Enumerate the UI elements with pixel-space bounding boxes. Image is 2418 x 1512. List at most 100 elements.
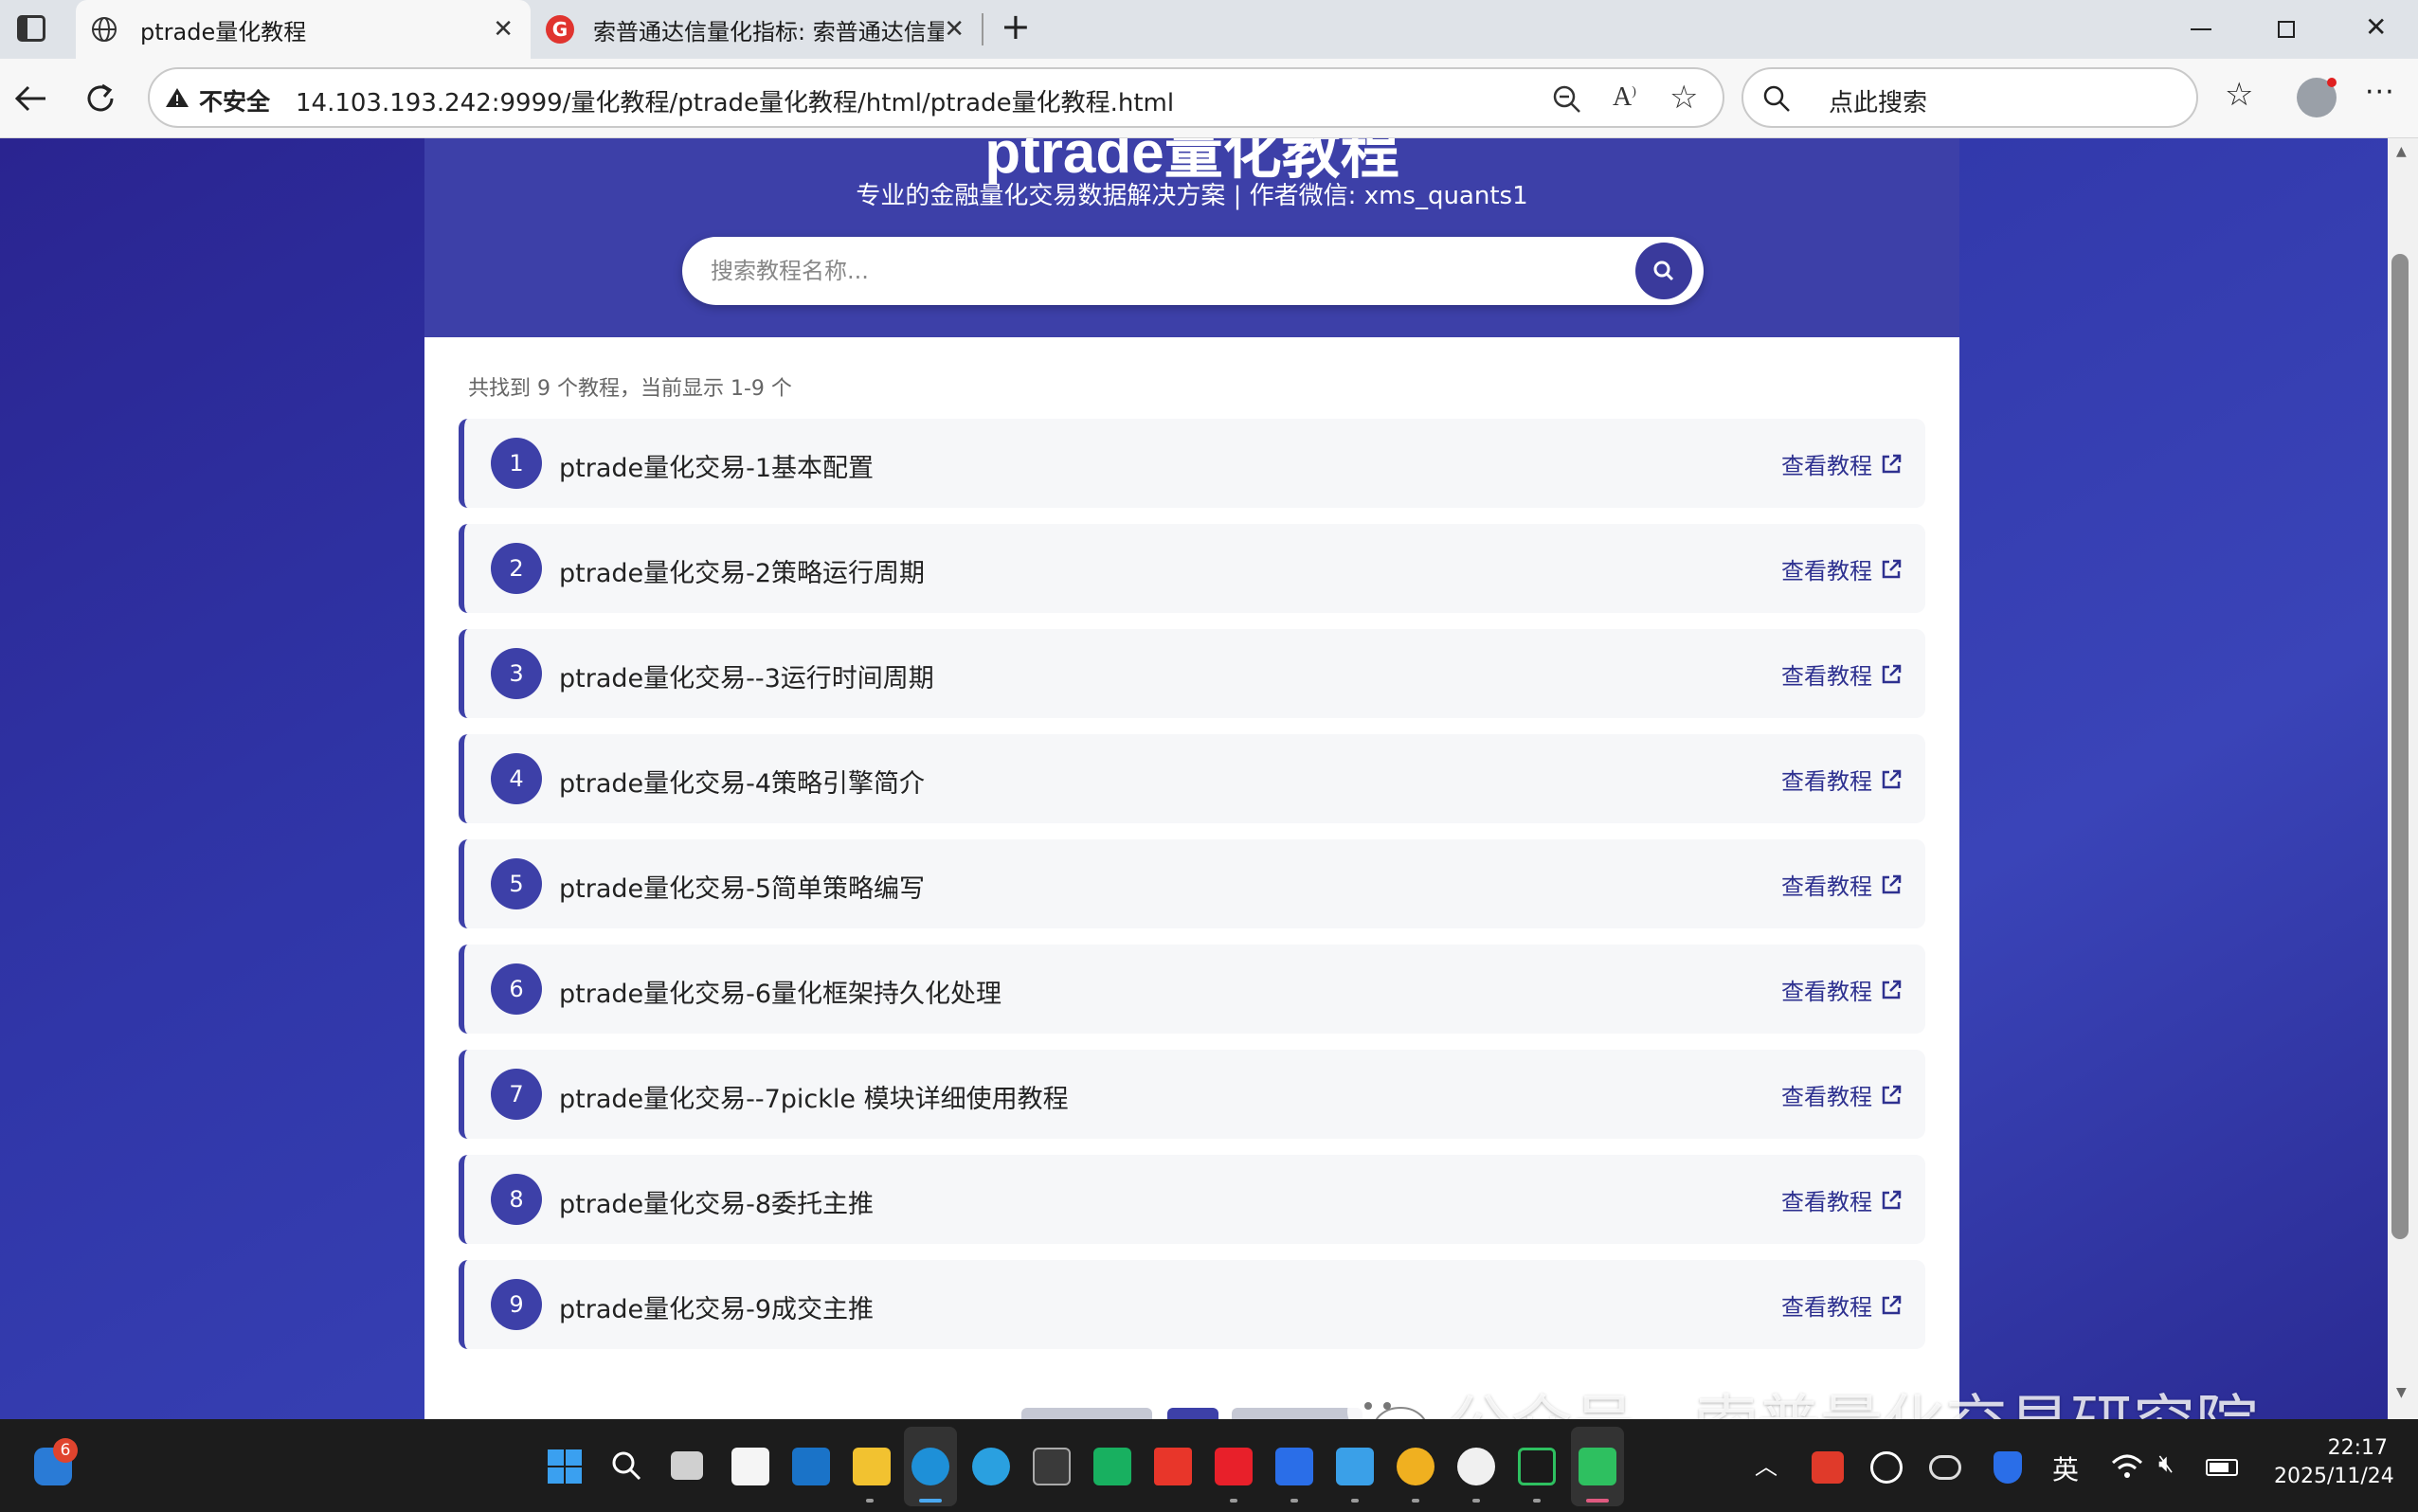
outlook-icon[interactable] [792,1448,830,1485]
view-tutorial-link[interactable]: 查看教程 [1781,973,1903,1006]
view-tutorial-link[interactable]: 查看教程 [1781,657,1903,691]
tab-ptrade[interactable]: ptrade量化教程 ✕ [76,0,531,59]
battery-icon[interactable] [2206,1459,2238,1476]
tray-cloud-off-icon[interactable] [1929,1455,1961,1480]
notification-badge: 6 [53,1438,78,1463]
tray-sync-icon[interactable] [1870,1451,1903,1484]
ime-indicator[interactable]: 英 [2052,1449,2079,1487]
view-tutorial-link[interactable]: 查看教程 [1781,763,1903,796]
tutorial-search-input[interactable] [711,252,1582,290]
scroll-down-arrow-icon[interactable]: ▼ [2396,1385,2407,1400]
search-icon [1763,85,1790,112]
tutorial-title: ptrade量化交易-8委托主推 [559,1190,875,1219]
tab-tongdaxin[interactable]: G 索普通达信量化指标: 索普通达信量 ✕ [536,0,982,59]
windows-start-icon[interactable] [548,1449,582,1484]
running-indicator [866,1499,874,1503]
browser-app-icon[interactable] [1397,1448,1435,1485]
view-tutorial-link[interactable]: 查看教程 [1781,1183,1903,1216]
pagination-current-page[interactable] [1167,1408,1218,1419]
tutorial-number-badge: 2 [491,543,542,594]
wifi-icon[interactable] [2111,1453,2143,1480]
tutorial-title: ptrade量化交易-1基本配置 [559,454,875,483]
view-tutorial-label: 查看教程 [1781,1294,1872,1321]
read-aloud-icon[interactable]: A) [1613,82,1636,113]
new-tab-button[interactable]: + [1001,8,1031,45]
running-indicator [1230,1499,1237,1503]
tutorial-row[interactable]: 1 ptrade量化交易-1基本配置 查看教程 [459,419,1925,508]
file-explorer-icon[interactable] [853,1448,891,1485]
task-view-icon[interactable] [671,1451,703,1480]
edge-dev-icon[interactable] [972,1448,1010,1485]
browser-tab-bar: ptrade量化教程 ✕ G 索普通达信量化指标: 索普通达信量 ✕ + ✕ [0,0,2418,59]
external-link-icon [1882,664,1902,683]
blue-m-app-icon[interactable] [1275,1448,1313,1485]
search-icon[interactable] [610,1449,642,1482]
tray-shield-icon[interactable] [1994,1451,2022,1484]
warning-icon [166,88,189,107]
back-icon[interactable] [13,83,47,114]
red-app-icon[interactable] [1215,1448,1253,1485]
app-cube-icon[interactable] [1033,1448,1071,1485]
clock-time: 22:17 [2327,1436,2388,1460]
favorite-star-icon[interactable]: ☆ [1669,79,1698,117]
site-logo-icon: G [546,15,574,44]
tab-actions-icon[interactable] [17,15,45,42]
store-icon[interactable] [731,1448,769,1485]
screen-app-icon[interactable] [1518,1448,1556,1485]
tray-chevron-icon[interactable]: ︿ [1755,1448,1777,1481]
running-indicator [919,1499,942,1503]
view-tutorial-label: 查看教程 [1781,558,1872,585]
calendar-app-icon[interactable] [1336,1448,1374,1485]
url-text[interactable]: 14.103.193.242:9999/量化教程/ptrade量化教程/html… [296,83,1174,118]
tutorial-row[interactable]: 6 ptrade量化交易-6量化框架持久化处理 查看教程 [459,945,1925,1034]
green-app-icon[interactable] [1093,1448,1131,1485]
view-tutorial-link[interactable]: 查看教程 [1781,1288,1903,1322]
refresh-icon[interactable] [83,81,117,116]
scroll-up-arrow-icon[interactable]: ▲ [2396,144,2407,159]
tutorial-row[interactable]: 2 ptrade量化交易-2策略运行周期 查看教程 [459,524,1925,613]
tutorial-row[interactable]: 7 ptrade量化交易--7pickle 模块详细使用教程 查看教程 [459,1050,1925,1139]
running-indicator [1290,1499,1298,1503]
address-bar[interactable]: 不安全 14.103.193.242:9999/量化教程/ptrade量化教程/… [148,67,1724,128]
volume-muted-icon[interactable]: 🔇︎ [2158,1449,2174,1479]
web-page: ptrade量化教程 专业的金融量化交易数据解决方案 | 作者微信: xms_q… [0,138,2418,1419]
tutorial-number-badge: 6 [491,963,542,1015]
view-tutorial-link[interactable]: 查看教程 [1781,868,1903,901]
clock[interactable]: 22:17 2025/11/24 [2274,1434,2394,1491]
close-window-button[interactable]: ✕ [2365,11,2387,43]
tutorial-title: ptrade量化交易-9成交主推 [559,1295,875,1324]
cloud-app-icon[interactable] [1457,1448,1495,1485]
wechat-icon[interactable] [1579,1448,1616,1485]
edge-icon[interactable] [911,1448,949,1485]
tutorial-list-panel: 共找到 9 个教程，当前显示 1-9 个 1 ptrade量化交易-1基本配置 查看… [424,337,1959,1419]
tutorial-row[interactable]: 4 ptrade量化交易-4策略引擎简介 查看教程 [459,734,1925,823]
zoom-icon[interactable] [1552,84,1582,115]
tutorial-row[interactable]: 5 ptrade量化交易-5简单策略编写 查看教程 [459,839,1925,928]
pagination-prev-button[interactable] [1021,1408,1152,1419]
taskbar: 6 ︿ 英 🔇︎ 22:17 2025/11/24 [0,1419,2418,1512]
external-link-icon [1882,1295,1902,1314]
tutorial-number-badge: 1 [491,438,542,489]
restore-button[interactable] [2278,21,2295,38]
security-label[interactable]: 不安全 [199,83,270,117]
tutorial-search-button[interactable] [1635,243,1692,299]
tray-app-icon[interactable] [1812,1451,1844,1484]
tutorial-row[interactable]: 8 ptrade量化交易-8委托主推 查看教程 [459,1155,1925,1244]
view-tutorial-link[interactable]: 查看教程 [1781,447,1903,480]
minimize-button[interactable] [2191,28,2211,30]
tutorial-row[interactable]: 3 ptrade量化交易--3运行时间周期 查看教程 [459,629,1925,718]
view-tutorial-link[interactable]: 查看教程 [1781,552,1903,585]
scrollbar-thumb[interactable] [2391,254,2409,1239]
view-tutorial-link[interactable]: 查看教程 [1781,1078,1903,1111]
wps-icon[interactable] [1154,1448,1192,1485]
view-tutorial-label: 查看教程 [1781,663,1872,690]
result-count: 共找到 9 个教程，当前显示 1-9 个 [468,377,792,401]
close-icon[interactable]: ✕ [944,15,965,44]
view-tutorial-label: 查看教程 [1781,1084,1872,1110]
tutorial-row[interactable]: 9 ptrade量化交易-9成交主推 查看教程 [459,1260,1925,1349]
favorites-icon[interactable]: ☆ [2225,76,2253,114]
close-icon[interactable]: ✕ [493,15,514,44]
tutorial-number-badge: 9 [491,1279,542,1330]
more-menu-icon[interactable]: ··· [2365,76,2395,109]
web-search-box[interactable]: 点此搜索 [1741,67,2198,128]
